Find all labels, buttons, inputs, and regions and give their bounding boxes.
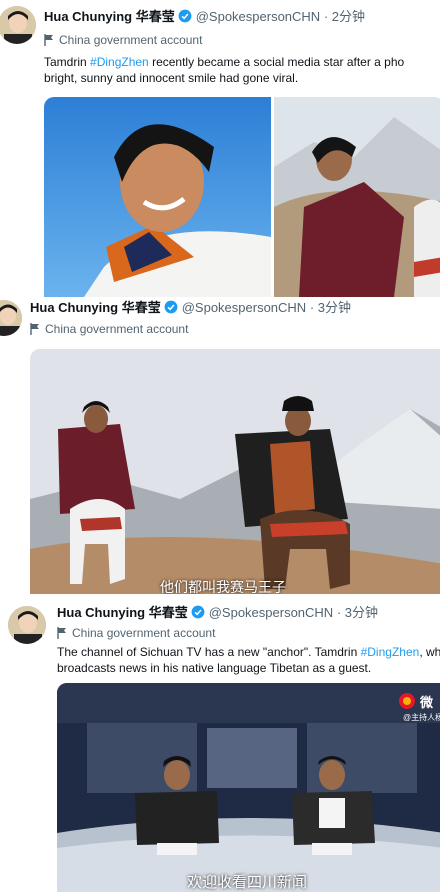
tweet-header: Hua Chunying 华春莹 @SpokespersonCHN · 2分钟 — [44, 9, 365, 27]
flag-icon — [30, 323, 40, 338]
gov-account-text: China government account — [59, 33, 203, 47]
verified-badge-icon — [191, 605, 205, 623]
tweet-text-part: Tamdrin — [44, 55, 91, 69]
author-handle[interactable]: @SpokespersonCHN — [209, 605, 333, 620]
separator-dot: · — [333, 605, 345, 620]
tweet-1: Hua Chunying 华春莹 @SpokespersonCHN · 2分钟 C… — [0, 0, 440, 297]
watermark-brand: 微 — [420, 695, 434, 710]
tweet-video[interactable]: 他们都叫我赛马王子 — [30, 349, 440, 594]
author-name[interactable]: Hua Chunying 华春莹 — [44, 9, 175, 24]
timestamp[interactable]: 2分钟 — [332, 9, 365, 24]
gov-account-label: China government account — [30, 322, 188, 338]
tweet-text-part: , who — [419, 645, 440, 659]
watermark-handle: @主持人杨 — [403, 713, 440, 722]
author-handle[interactable]: @SpokespersonCHN — [182, 300, 306, 315]
gov-account-label: China government account — [57, 626, 215, 642]
tweet-text-part: The channel of Sichuan TV has a new "anc… — [57, 645, 361, 659]
tweet-2: Hua Chunying 华春莹 @SpokespersonCHN · 3分钟 C… — [0, 297, 440, 594]
gov-account-label: China government account — [44, 33, 202, 49]
separator-dot: · — [320, 9, 332, 24]
tweet-text: Tamdrin #DingZhen recently became a soci… — [44, 54, 404, 86]
avatar[interactable] — [0, 6, 36, 44]
flag-icon — [44, 34, 54, 49]
flag-icon — [57, 627, 67, 642]
tweet-text-line: broadcasts news in his native language T… — [57, 661, 372, 675]
avatar[interactable] — [0, 300, 22, 336]
video-subtitle: 欢迎收看四川新闻 — [187, 874, 308, 891]
timestamp[interactable]: 3分钟 — [345, 605, 378, 620]
tweet-3: Hua Chunying 华春莹 @SpokespersonCHN · 3分钟 C… — [0, 594, 440, 892]
tweet-video[interactable]: 微 @主持人杨 欢迎收看四川新闻 — [57, 683, 440, 892]
hashtag-link[interactable]: #DingZhen — [361, 645, 420, 659]
tweet-header: Hua Chunying 华春莹 @SpokespersonCHN · 3分钟 — [57, 605, 378, 623]
author-handle[interactable]: @SpokespersonCHN — [196, 9, 320, 24]
hashtag-link[interactable]: #DingZhen — [90, 55, 149, 69]
verified-badge-icon — [164, 300, 178, 318]
avatar[interactable] — [8, 606, 46, 644]
separator-dot: · — [306, 300, 318, 315]
tweet-photo-1[interactable] — [44, 97, 271, 297]
gov-account-text: China government account — [72, 626, 216, 640]
author-name[interactable]: Hua Chunying 华春莹 — [30, 300, 161, 315]
gov-account-text: China government account — [45, 322, 189, 336]
tweet-text-part: recently became a social media star afte… — [148, 55, 405, 69]
video-subtitle: 他们都叫我赛马王子 — [160, 579, 286, 594]
tweet-text-line: bright, sunny and innocent smile had gon… — [44, 71, 299, 85]
timestamp[interactable]: 3分钟 — [318, 300, 351, 315]
tweet-text: The channel of Sichuan TV has a new "anc… — [57, 644, 440, 676]
tweet-header: Hua Chunying 华春莹 @SpokespersonCHN · 3分钟 — [30, 300, 351, 318]
tweet-photo-2[interactable] — [274, 97, 440, 297]
verified-badge-icon — [178, 9, 192, 27]
author-name[interactable]: Hua Chunying 华春莹 — [57, 605, 188, 620]
